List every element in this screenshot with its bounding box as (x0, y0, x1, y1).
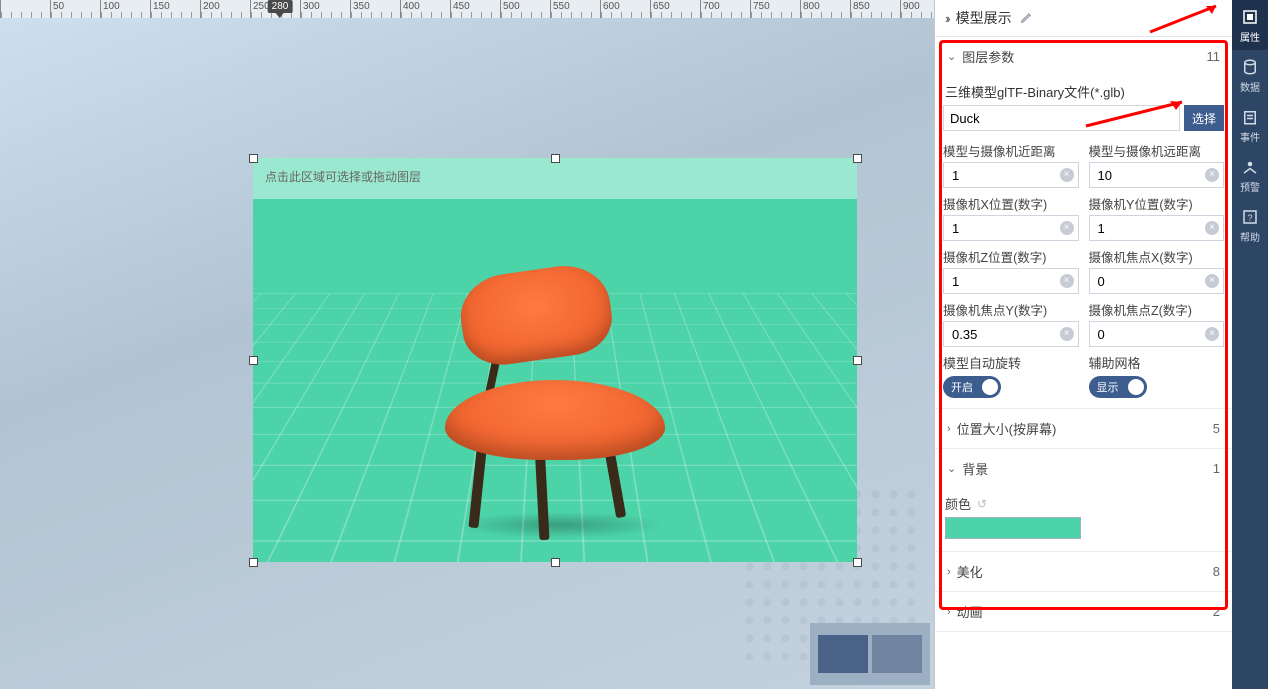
resize-handle-w[interactable] (249, 356, 258, 365)
bg-color-swatch[interactable] (945, 517, 1081, 539)
near-input[interactable] (944, 168, 1078, 183)
chevron-right-icon: › (947, 423, 951, 435)
focy-input[interactable] (944, 327, 1078, 342)
camy-input[interactable] (1090, 221, 1224, 236)
file-type-label: 三维模型glTF-Binary文件(*.glb) (943, 76, 1224, 103)
rail-alert[interactable]: 预警 (1232, 150, 1268, 200)
clear-icon[interactable]: × (1060, 327, 1074, 341)
ruler-cursor: 280 (268, 0, 293, 18)
clear-icon[interactable]: × (1205, 327, 1219, 341)
focz-input[interactable] (1090, 327, 1224, 342)
edit-icon[interactable] (1020, 10, 1034, 27)
rail-data[interactable]: 数据 (1232, 50, 1268, 100)
panel-header: ›› 模型展示 (935, 0, 1232, 37)
section-layer-params: ⌄图层参数 11 三维模型glTF-Binary文件(*.glb) 选择 模型与… (935, 37, 1232, 409)
camz-input[interactable] (944, 274, 1078, 289)
clear-icon[interactable]: × (1060, 274, 1074, 288)
resize-handle-sw[interactable] (249, 558, 258, 567)
rail-properties[interactable]: 属性 (1232, 0, 1268, 50)
section-header-beautify[interactable]: ›美化 8 (935, 552, 1232, 591)
clear-icon[interactable]: × (1205, 168, 1219, 182)
resize-handle-nw[interactable] (249, 154, 258, 163)
model-stage[interactable]: 点击此区域可选择或拖动图层 (253, 158, 857, 562)
database-icon (1241, 58, 1259, 76)
minimap[interactable] (810, 623, 930, 685)
ruler: 5010015020025030035040045050055060065070… (0, 0, 934, 18)
chevron-down-icon: ⌄ (947, 50, 956, 63)
section-header-position[interactable]: ›位置大小(按屏幕) 5 (935, 409, 1232, 448)
section-header-background[interactable]: ⌄背景 1 (935, 449, 1232, 488)
undo-icon[interactable]: ↺ (977, 497, 987, 511)
resize-handle-n[interactable] (551, 154, 560, 163)
section-header-layer[interactable]: ⌄图层参数 11 (935, 37, 1232, 76)
right-rail: 属性 数据 事件 预警 ? 帮助 (1232, 0, 1268, 689)
chevron-down-icon: ⌄ (947, 462, 956, 475)
chevron-right-icon: › (947, 606, 951, 618)
design-canvas[interactable]: 5010015020025030035040045050055060065070… (0, 0, 934, 689)
camx-input[interactable] (944, 221, 1078, 236)
focx-input[interactable] (1090, 274, 1224, 289)
gridhelper-toggle[interactable]: 显示 (1089, 376, 1147, 398)
alert-icon (1241, 158, 1259, 176)
clear-icon[interactable]: × (1060, 168, 1074, 182)
resize-handle-s[interactable] (551, 558, 560, 567)
resize-handle-se[interactable] (853, 558, 862, 567)
collapse-icon[interactable]: ›› (945, 11, 948, 26)
far-input[interactable] (1090, 168, 1224, 183)
clear-icon[interactable]: × (1060, 221, 1074, 235)
clear-icon[interactable]: × (1205, 274, 1219, 288)
event-icon (1241, 108, 1259, 126)
model-preview (425, 230, 685, 530)
file-input[interactable] (943, 105, 1180, 131)
autorotate-toggle[interactable]: 开启 (943, 376, 1001, 398)
stage-hint: 点击此区域可选择或拖动图层 (253, 158, 857, 199)
svg-text:?: ? (1247, 213, 1252, 223)
chevron-right-icon: › (947, 566, 951, 578)
panel-title: 模型展示 (956, 8, 1012, 28)
properties-icon (1241, 8, 1259, 26)
clear-icon[interactable]: × (1205, 221, 1219, 235)
resize-handle-ne[interactable] (853, 154, 862, 163)
properties-panel: ›› 模型展示 ⌄图层参数 11 三维模型glTF-Binary文件(*.glb… (934, 0, 1232, 689)
rail-event[interactable]: 事件 (1232, 100, 1268, 150)
section-header-animation[interactable]: ›动画 2 (935, 592, 1232, 631)
select-file-button[interactable]: 选择 (1184, 105, 1224, 131)
rail-help[interactable]: ? 帮助 (1232, 200, 1268, 250)
help-icon: ? (1241, 208, 1259, 226)
resize-handle-e[interactable] (853, 356, 862, 365)
